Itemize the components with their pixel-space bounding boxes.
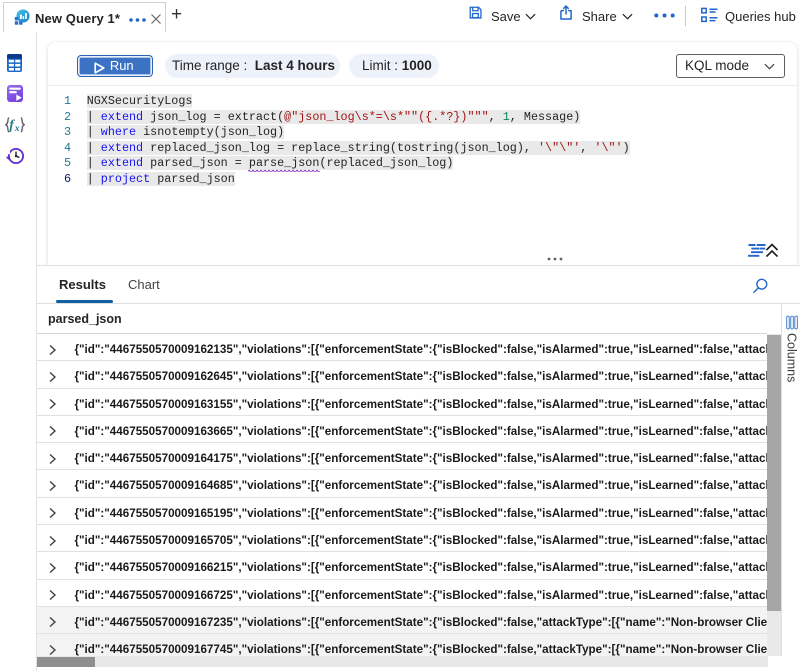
svg-text:x: x: [14, 124, 20, 133]
